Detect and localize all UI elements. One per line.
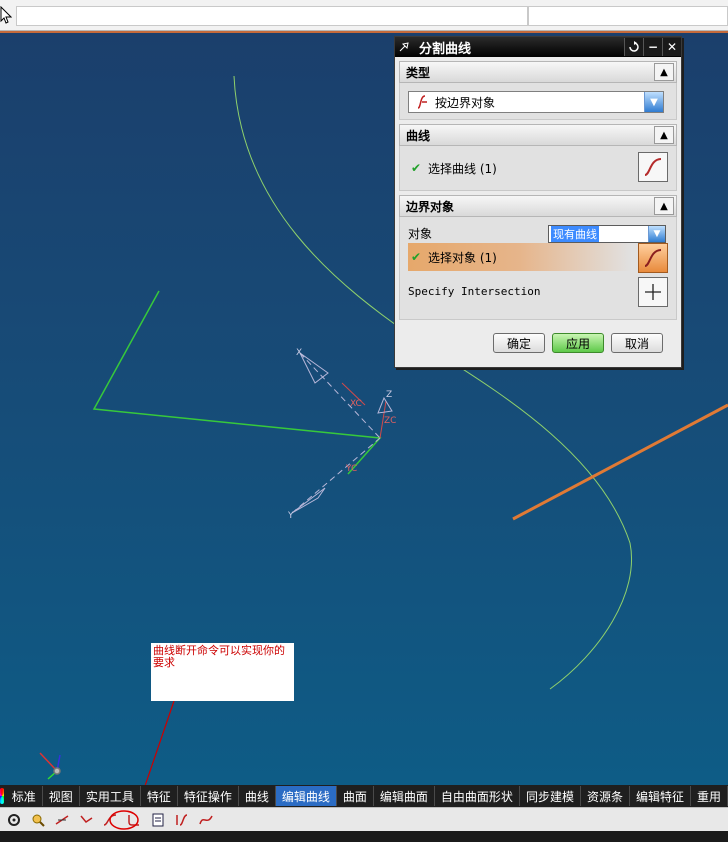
check-icon: ✔: [410, 161, 422, 175]
section-boundary-body: 对象 现有曲线 ▼ ✔ 选择对象 (1) Specify Intersectio…: [399, 217, 677, 320]
tab-10[interactable]: 同步建模: [520, 786, 581, 806]
section-type-body: 按边界对象 ▼: [399, 83, 677, 120]
tab-2[interactable]: 实用工具: [80, 786, 141, 806]
pin-icon[interactable]: [395, 38, 413, 56]
reset-icon[interactable]: [624, 38, 643, 56]
select-curve-row[interactable]: ✔ 选择曲线 (1): [408, 156, 668, 180]
dialog-title: 分割曲线: [419, 41, 472, 57]
edit-curve-length-icon[interactable]: [148, 810, 168, 830]
app-logo-icon[interactable]: [0, 788, 4, 804]
annotation-leader: [144, 700, 175, 785]
type-select-value: 按边界对象: [435, 95, 496, 110]
stretch-curve-icon[interactable]: [172, 810, 192, 830]
toolbar-field[interactable]: [16, 6, 528, 26]
tab-12[interactable]: 编辑特征: [630, 786, 691, 806]
edit-curve-toolbar: [0, 807, 728, 832]
tab-5[interactable]: 曲线: [239, 786, 276, 806]
tab-6[interactable]: 编辑曲线: [275, 786, 337, 806]
specify-intersection-button[interactable]: [638, 277, 668, 307]
axis-label-y: Y: [287, 511, 294, 521]
axis-label-zc: ZC: [384, 416, 396, 426]
tab-1[interactable]: 视图: [43, 786, 80, 806]
select-object-row[interactable]: ✔ 选择对象 (1): [408, 245, 668, 269]
section-curve-title: 曲线: [406, 128, 431, 143]
edit-curve-parameters-icon[interactable]: [28, 810, 48, 830]
dialog-button-row: 确定 应用 取消: [395, 333, 681, 357]
section-type-header[interactable]: 类型 ▲: [399, 61, 677, 83]
minimize-icon[interactable]: −: [643, 38, 662, 56]
curve-icon: [644, 249, 662, 267]
tab-11[interactable]: 资源条: [581, 786, 630, 806]
section-curve-header[interactable]: 曲线 ▲: [399, 124, 677, 146]
split-curve-type-icon: [417, 95, 427, 109]
select-curve-label: 选择曲线 (1): [428, 161, 497, 176]
top-toolbar: [0, 0, 728, 31]
tab-7[interactable]: 曲面: [337, 786, 374, 806]
specify-intersection-label: Specify Intersection: [408, 284, 541, 298]
collapse-icon[interactable]: ▲: [654, 126, 674, 144]
chevron-down-icon[interactable]: ▼: [644, 92, 663, 112]
plus-icon: [645, 284, 661, 300]
toolbar-tab-bar: 标准 视图 实用工具 特征 特征操作 曲线 编辑曲线 曲面 编辑曲面 自由曲面形状 同步建模 资源条编…: [0, 785, 728, 807]
ok-button[interactable]: 确定: [493, 333, 545, 353]
tab-4[interactable]: 特征操作: [178, 786, 239, 806]
absolute-triad: [39, 752, 61, 780]
collapse-icon[interactable]: ▲: [654, 63, 674, 81]
select-object-label: 选择对象 (1): [428, 250, 497, 265]
close-icon[interactable]: ✕: [662, 38, 681, 56]
section-boundary-header[interactable]: 边界对象 ▲: [399, 195, 677, 217]
mouse-cursor-icon: [0, 6, 12, 24]
axis-label-yc: YC: [345, 464, 357, 474]
section-boundary-title: 边界对象: [406, 199, 455, 214]
tab-0[interactable]: 标准: [6, 786, 43, 806]
tab-8[interactable]: 编辑曲面: [374, 786, 435, 806]
smooth-spline-icon[interactable]: [196, 810, 216, 830]
specify-intersection-row: Specify Intersection: [408, 279, 668, 303]
chevron-down-icon[interactable]: ▼: [648, 226, 665, 242]
axis-label-z: Z: [386, 390, 392, 400]
select-curve-button[interactable]: [638, 152, 668, 182]
section-curve-body: ✔ 选择曲线 (1): [399, 146, 677, 191]
trim-corner-icon[interactable]: [76, 810, 96, 830]
annotation-note: 曲线断开命令可以实现你的要求: [151, 643, 294, 701]
wcs-triad: [291, 352, 393, 514]
curve-icon: [644, 158, 662, 176]
object-label: 对象: [408, 226, 433, 241]
tab-13[interactable]: 重用: [691, 786, 728, 806]
object-select-value: 现有曲线: [551, 226, 599, 242]
split-curve-dialog: 分割曲线 − ✕ 类型 ▲ 按边界对象 ▼ 曲线 ▲ ✔ 选择曲线 (1) 边界…: [394, 36, 682, 368]
axis-label-xc: XC: [350, 399, 362, 409]
settings-gear-icon[interactable]: [4, 810, 24, 830]
cancel-button[interactable]: 取消: [611, 333, 663, 353]
object-select[interactable]: 现有曲线 ▼: [548, 225, 666, 243]
toolbar-field-right[interactable]: [528, 6, 728, 26]
check-icon: ✔: [410, 250, 422, 264]
section-type-title: 类型: [406, 65, 431, 80]
axis-label-x: X: [296, 348, 302, 358]
tab-3[interactable]: 特征: [141, 786, 178, 806]
apply-button[interactable]: 应用: [552, 333, 604, 353]
collapse-icon[interactable]: ▲: [654, 197, 674, 215]
dialog-titlebar: 分割曲线 − ✕: [395, 37, 681, 57]
green-polyline: [92, 290, 382, 475]
status-bar: [0, 831, 728, 842]
annotation-circle: [109, 810, 139, 830]
orange-line: [512, 403, 728, 521]
select-object-button[interactable]: [638, 243, 668, 273]
tab-9[interactable]: 自由曲面形状: [435, 786, 520, 806]
trim-curve-icon[interactable]: [52, 810, 72, 830]
type-select[interactable]: 按边界对象 ▼: [408, 91, 664, 113]
